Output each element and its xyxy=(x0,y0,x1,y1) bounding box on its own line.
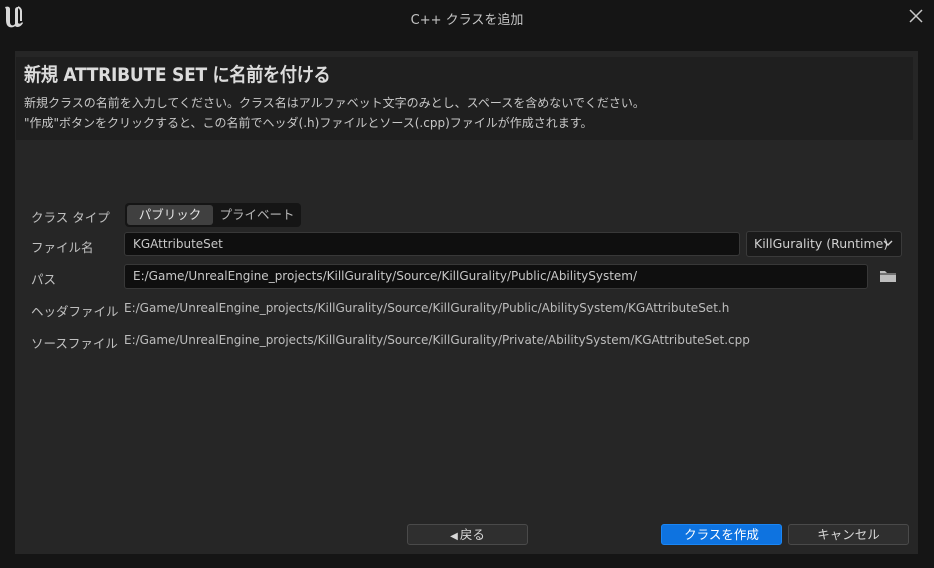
path-label: パス xyxy=(31,272,57,287)
folder-icon[interactable] xyxy=(879,269,897,283)
page-title: 新規 ATTRIBUTE SET に名前を付ける xyxy=(24,64,331,86)
title-bar: C++ クラスを追加 xyxy=(0,0,934,34)
class-type-public-option[interactable]: パブリック xyxy=(127,205,213,225)
file-name-input[interactable]: KGAttributeSet xyxy=(124,232,740,256)
module-dropdown[interactable]: KillGurality (Runtime) xyxy=(746,231,902,257)
chevron-left-icon: ◀ xyxy=(450,531,458,542)
cancel-button[interactable]: キャンセル xyxy=(788,524,909,545)
source-file-path: E:/Game/UnrealEngine_projects/KillGurali… xyxy=(124,333,750,347)
create-class-button[interactable]: クラスを作成 xyxy=(661,524,782,545)
source-file-label: ソースファイル xyxy=(31,336,118,351)
path-input[interactable]: E:/Game/UnrealEngine_projects/KillGurali… xyxy=(124,264,868,289)
class-type-private-option[interactable]: プライベート xyxy=(215,205,299,225)
description-line-1: 新規クラスの名前を入力してください。クラス名はアルファベット文字のみとし、スペー… xyxy=(24,96,645,110)
header-file-label: ヘッダファイル xyxy=(31,304,119,319)
back-button-label: 戻る xyxy=(459,527,485,542)
back-button[interactable]: ◀ 戻る xyxy=(407,524,528,545)
class-type-toggle: パブリック プライベート xyxy=(125,203,301,227)
file-name-label: ファイル名 xyxy=(31,240,94,255)
class-type-label: クラス タイプ xyxy=(31,210,110,225)
close-icon[interactable] xyxy=(908,7,924,25)
chevron-down-icon xyxy=(883,240,893,246)
description-line-2: "作成"ボタンをクリックすると、この名前でヘッダ(.h)ファイルとソース(.cp… xyxy=(24,116,593,130)
module-dropdown-value: KillGurality (Runtime) xyxy=(754,236,889,251)
window-title: C++ クラスを追加 xyxy=(410,13,524,28)
header-file-path: E:/Game/UnrealEngine_projects/KillGurali… xyxy=(124,301,730,315)
